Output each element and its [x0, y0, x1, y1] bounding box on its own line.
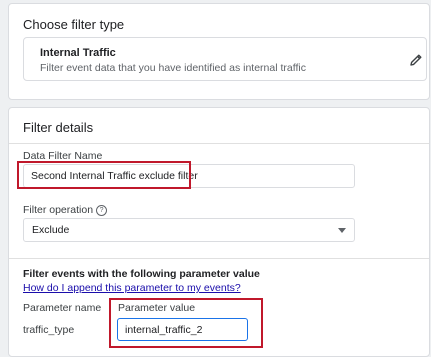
filter-type-title: Choose filter type: [23, 17, 125, 32]
filter-type-name: Internal Traffic: [40, 47, 116, 59]
append-parameter-help-link[interactable]: How do I append this parameter to my eve…: [23, 282, 241, 294]
divider: [9, 258, 429, 259]
filter-type-description: Filter event data that you have identifi…: [40, 62, 306, 74]
parameter-section-title: Filter events with the following paramet…: [23, 268, 260, 280]
filter-operation-select[interactable]: Exclude: [23, 218, 355, 242]
caret-down-icon: [338, 228, 346, 233]
pencil-icon[interactable]: [408, 52, 424, 68]
filter-operation-value: Exclude: [32, 224, 70, 236]
parameter-name-column-header: Parameter name: [23, 302, 102, 314]
help-circle-icon[interactable]: ?: [96, 205, 108, 216]
filter-details-title: Filter details: [23, 120, 94, 135]
filter-operation-label: Filter operation?: [23, 204, 108, 216]
highlight-box-filter-name: [17, 161, 191, 189]
filter-operation-label-text: Filter operation: [23, 204, 94, 216]
parameter-name-value: traffic_type: [23, 324, 75, 336]
filter-details-card: Filter details Data Filter Name Filter o…: [8, 107, 430, 357]
selected-filter-type[interactable]: Internal Traffic Filter event data that …: [23, 37, 427, 81]
divider: [9, 143, 429, 144]
highlight-box-parameter-value: [109, 298, 263, 348]
filter-type-card: Choose filter type Internal Traffic Filt…: [8, 3, 430, 100]
